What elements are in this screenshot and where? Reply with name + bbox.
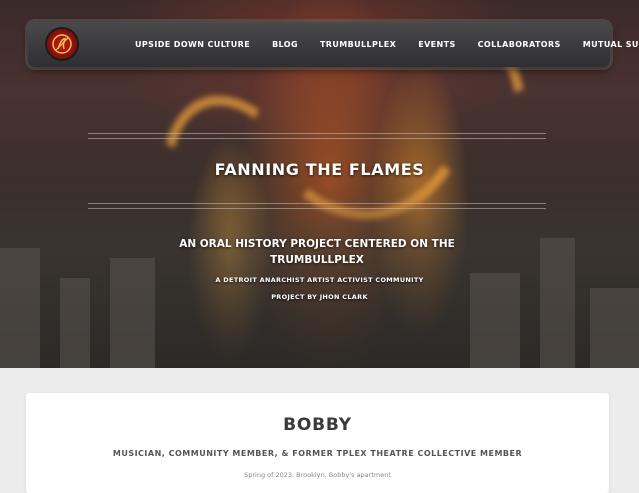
divider-top	[88, 133, 546, 139]
hero-title: FANNING THE FLAMES	[214, 160, 425, 179]
hero-credit: PROJECT BY JHON CLARK	[271, 293, 368, 301]
nav-item-collaborators[interactable]: COLLABORATORS	[478, 40, 561, 49]
nav-item-upside-down-culture[interactable]: UPSIDE DOWN CULTURE	[135, 40, 250, 49]
nav-item-trumbullplex[interactable]: TRUMBULLPLEX	[320, 40, 396, 49]
person-role: MUSICIAN, COMMUNITY MEMBER, & FORMER TPL…	[112, 449, 523, 458]
profile-card: BOBBY MUSICIAN, COMMUNITY MEMBER, & FORM…	[26, 393, 609, 493]
nav-item-events[interactable]: EVENTS	[418, 40, 455, 49]
nav-item-mutual-support[interactable]: MUTUAL SUPPORT	[583, 40, 639, 49]
person-name: BOBBY	[283, 415, 352, 435]
flame-emblem-logo-icon[interactable]	[47, 29, 77, 59]
hero-tagline: A DETROIT ANARCHIST ARTIST ACTIVIST COMM…	[215, 276, 424, 284]
hero-subtitle: AN ORAL HISTORY PROJECT CENTERED ON THE …	[179, 238, 455, 266]
interview-meta: Spring of 2023, Brooklyn, Bobby's apartm…	[244, 471, 391, 479]
main-navbar: UPSIDE DOWN CULTURE BLOG TRUMBULLPLEX EV…	[28, 22, 639, 67]
nav-item-blog[interactable]: BLOG	[272, 40, 298, 49]
nav-menu: UPSIDE DOWN CULTURE BLOG TRUMBULLPLEX EV…	[135, 22, 639, 67]
divider-bottom	[88, 203, 546, 209]
hero-banner: UPSIDE DOWN CULTURE BLOG TRUMBULLPLEX EV…	[0, 0, 639, 368]
